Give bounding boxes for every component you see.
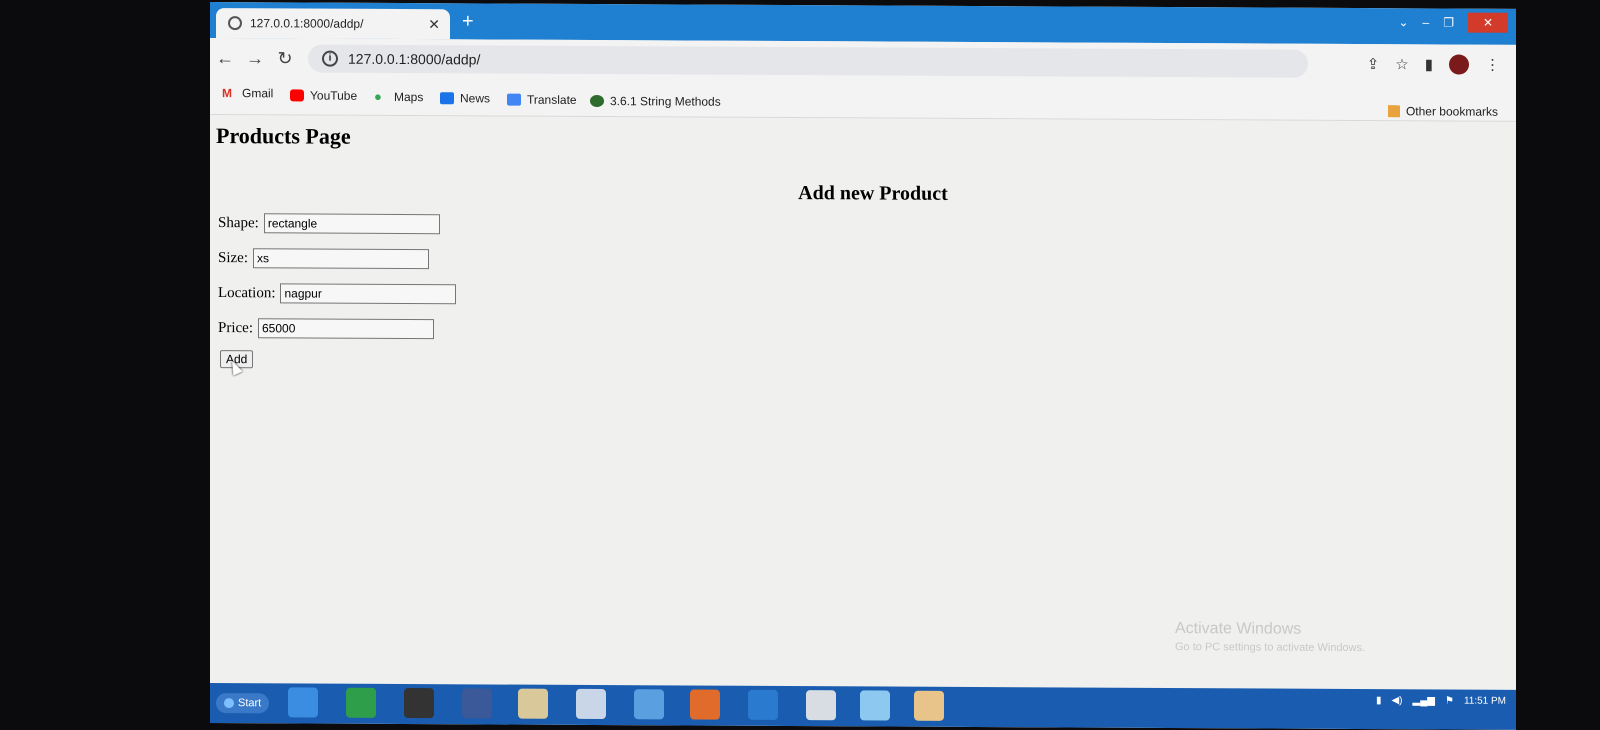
gmail-icon: M [222, 86, 232, 101]
bookmark-maps[interactable]: ● Maps [374, 88, 423, 104]
location-input[interactable] [280, 283, 457, 305]
bookmark-string-methods[interactable]: 3.6.1 String Methods [590, 94, 721, 109]
bookmark-gmail[interactable]: M Gmail [222, 86, 273, 100]
forward-button[interactable]: → [240, 48, 270, 69]
python-icon [590, 94, 604, 108]
flag-icon[interactable]: ⚑ [1445, 695, 1454, 706]
page-title: Products Page [216, 123, 351, 149]
app-active-icon[interactable] [914, 690, 944, 721]
vscode-icon[interactable] [748, 689, 778, 720]
price-row: Price: [218, 318, 434, 340]
size-input[interactable] [253, 248, 429, 270]
app-icon[interactable] [404, 688, 434, 719]
folder-icon [1387, 105, 1400, 118]
sublime-icon[interactable] [576, 688, 606, 720]
signal-icon[interactable]: ▂▄▆ [1413, 695, 1435, 706]
page-content: Products Page Add new Product Shape: Siz… [210, 115, 1516, 690]
start-button[interactable]: Start [216, 693, 270, 714]
shape-label: Shape: [218, 214, 259, 231]
volume-icon[interactable]: ◀) [1391, 695, 1402, 706]
address-bar[interactable]: i 127.0.0.1:8000/addp/ [308, 44, 1308, 78]
bookmark-youtube[interactable]: YouTube [290, 88, 357, 103]
reload-button[interactable]: ↻ [270, 48, 300, 69]
watermark-line1: Activate Windows [1175, 620, 1302, 638]
system-tray: ▮ ◀) ▂▄▆ ⚑ 11:51 PM [1376, 695, 1506, 707]
network-icon[interactable]: ▮ [1376, 695, 1382, 706]
ie-icon[interactable] [288, 687, 318, 718]
bookmark-translate[interactable]: Translate [507, 93, 577, 107]
browser-toolbar: ← → ↻ i 127.0.0.1:8000/addp/ ⇪ ☆ ▮ ⋮ [210, 38, 1516, 85]
store-icon[interactable] [346, 687, 376, 718]
address-text: 127.0.0.1:8000/addp/ [348, 50, 481, 68]
file-explorer-icon[interactable] [518, 688, 548, 719]
side-panel-icon[interactable]: ▮ [1425, 55, 1433, 73]
info-icon[interactable]: i [322, 50, 338, 67]
tab-title: 127.0.0.1:8000/addp/ [250, 16, 364, 31]
minimize-button[interactable]: – [1423, 15, 1430, 29]
toolbar-icons: ⇪ ☆ ▮ ⋮ [1367, 54, 1500, 75]
python-app-icon[interactable] [806, 690, 836, 721]
youtube-icon [290, 89, 304, 102]
restore-button[interactable]: ❐ [1443, 15, 1454, 29]
menu-icon[interactable]: ⋮ [1485, 56, 1500, 74]
windows-orb-icon [224, 698, 234, 709]
star-icon[interactable]: ☆ [1395, 55, 1408, 73]
monitor-screen: 127.0.0.1:8000/addp/ ✕ + ⌄ – ❐ ✕ ← → ↻ i… [210, 2, 1516, 730]
close-window-button[interactable]: ✕ [1468, 12, 1508, 33]
clock[interactable]: 11:51 PM [1464, 696, 1506, 707]
location-row: Location: [218, 283, 457, 305]
browser-tab[interactable]: 127.0.0.1:8000/addp/ ✕ [216, 8, 450, 40]
watermark-line2: Go to PC settings to activate Windows. [1175, 641, 1366, 655]
chevron-down-icon[interactable]: ⌄ [1398, 15, 1408, 29]
size-label: Size: [218, 249, 248, 266]
chrome-icon[interactable] [634, 689, 664, 720]
maps-icon: ● [374, 88, 382, 104]
globe-icon [228, 16, 242, 31]
translate-icon [507, 93, 521, 106]
new-tab-button[interactable]: + [462, 10, 474, 32]
other-bookmarks[interactable]: Other bookmarks [1387, 104, 1498, 119]
price-input[interactable] [258, 318, 434, 340]
window-controls: ⌄ – ❐ ✕ [1398, 12, 1508, 33]
size-row: Size: [218, 248, 429, 270]
shape-row: Shape: [218, 213, 440, 235]
firefox-icon[interactable] [690, 689, 720, 720]
close-tab-icon[interactable]: ✕ [428, 16, 440, 33]
avatar[interactable] [1449, 54, 1469, 75]
shape-input[interactable] [263, 213, 440, 235]
activate-windows-watermark: Activate Windows Go to PC settings to ac… [1175, 620, 1365, 654]
location-label: Location: [218, 284, 276, 301]
start-label: Start [238, 697, 262, 710]
news-icon [440, 92, 454, 105]
notepad-icon[interactable] [860, 690, 890, 721]
form-heading: Add new Product [798, 182, 948, 205]
share-icon[interactable]: ⇪ [1367, 55, 1380, 73]
back-button[interactable]: ← [210, 48, 240, 69]
facebook-icon[interactable] [462, 688, 492, 719]
bookmark-news[interactable]: News [440, 91, 490, 105]
price-label: Price: [218, 319, 253, 336]
